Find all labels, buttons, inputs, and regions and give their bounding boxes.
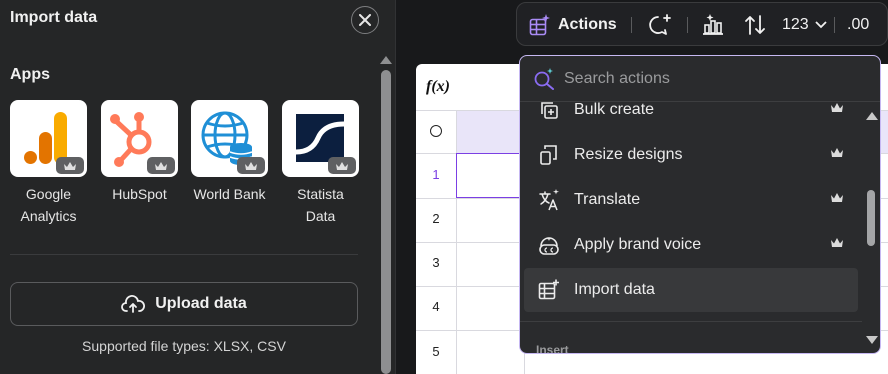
add-comment-icon: [649, 14, 671, 35]
menu-item-label: Apply brand voice: [574, 236, 702, 253]
actions-label: Actions: [558, 16, 617, 33]
menu-item-apply-brand-voice[interactable]: Apply brand voice: [524, 223, 858, 267]
scroll-down-arrow-icon[interactable]: [866, 336, 878, 344]
row-number[interactable]: 1: [416, 167, 456, 182]
menu-item-label: Translate: [574, 191, 641, 208]
cloud-upload-icon: [121, 295, 146, 313]
statista-tile[interactable]: [282, 100, 359, 177]
active-cell[interactable]: [456, 153, 524, 198]
chart-button[interactable]: [701, 3, 725, 47]
insert-chart-icon: [703, 14, 723, 35]
supported-file-types: Supported file types: XLSX, CSV: [82, 338, 286, 354]
panel-title: Import data: [10, 9, 98, 26]
actions-button[interactable]: Actions: [529, 3, 617, 47]
crown-icon: [336, 161, 348, 170]
premium-badge: [56, 157, 84, 174]
toolbar-separator: [687, 17, 688, 33]
number-format-label: 123: [782, 16, 809, 33]
crown-icon: [245, 161, 257, 170]
menu-item-label: Bulk create: [574, 101, 655, 118]
row-number[interactable]: 3: [416, 255, 456, 270]
crown-icon: [831, 103, 843, 112]
select-all-circle-icon[interactable]: [430, 125, 442, 137]
premium-badge: [147, 157, 175, 174]
row-number[interactable]: 2: [416, 211, 456, 226]
menu-item-label: Import data: [574, 281, 655, 298]
google-analytics-tile[interactable]: [10, 100, 87, 177]
sort-icon: [745, 15, 765, 35]
toolbar: Actions 123 .00: [516, 2, 888, 46]
decimal-label: .00: [847, 16, 870, 33]
sort-button[interactable]: [743, 3, 767, 47]
grid-line: [456, 110, 457, 374]
hubspot-tile[interactable]: [101, 100, 178, 177]
comment-button[interactable]: [647, 3, 673, 47]
menu-item-bulk-create[interactable]: Bulk create: [524, 88, 858, 132]
apps-heading: Apps: [10, 66, 50, 83]
actions-dropdown: Bulk create Resize designs Translate App…: [519, 55, 881, 354]
toolbar-separator: [631, 17, 632, 33]
app-label: HubSpot: [112, 186, 167, 202]
scroll-up-arrow-icon[interactable]: [866, 112, 878, 120]
world-bank-tile[interactable]: [191, 100, 268, 177]
crown-icon: [831, 148, 843, 157]
scrollbar-thumb[interactable]: [867, 190, 875, 246]
app-hubspot[interactable]: HubSpot: [101, 100, 178, 205]
dropdown-scrollbar[interactable]: [864, 104, 878, 350]
brand-voice-icon: [538, 234, 560, 256]
upload-data-button[interactable]: Upload data: [10, 282, 358, 326]
crown-icon: [155, 161, 167, 170]
scroll-up-arrow-icon[interactable]: [380, 56, 392, 64]
close-button[interactable]: [351, 6, 379, 34]
decimal-button[interactable]: .00: [847, 3, 869, 47]
menu-item-import-data[interactable]: Import data: [524, 268, 858, 312]
import-data-icon: [538, 279, 560, 301]
app-google-analytics[interactable]: Google Analytics: [10, 100, 87, 227]
menu-item-resize-designs[interactable]: Resize designs: [524, 133, 858, 177]
search-actions-input[interactable]: [564, 68, 844, 90]
chevron-down-icon: [815, 21, 827, 29]
app-label: Google Analytics: [20, 186, 77, 224]
app-label: World Bank: [193, 186, 266, 202]
panel-scrollbar[interactable]: [380, 52, 392, 374]
section-heading-insert: Insert: [536, 343, 569, 354]
premium-badge: [328, 157, 356, 174]
upload-data-label: Upload data: [155, 295, 247, 312]
toolbar-separator: [834, 17, 835, 33]
crown-icon: [831, 193, 843, 202]
menu-item-label: Resize designs: [574, 146, 683, 163]
crown-icon: [64, 161, 76, 170]
row-number[interactable]: 4: [416, 299, 456, 314]
menu-item-translate[interactable]: Translate: [524, 178, 858, 222]
app-world-bank[interactable]: World Bank: [191, 100, 268, 205]
search-sparkle-icon: [534, 68, 554, 90]
divider: [10, 254, 358, 255]
app-statista[interactable]: Statista Data: [282, 100, 359, 227]
crown-icon: [831, 238, 843, 247]
translate-icon: [538, 189, 560, 211]
formula-label: f(x): [426, 78, 450, 95]
import-data-panel: Import data Apps Google Analytics HubSpo…: [0, 0, 396, 374]
row-number[interactable]: 5: [416, 344, 456, 359]
bulk-create-icon: [538, 99, 560, 121]
section-divider: [520, 321, 862, 322]
resize-icon: [538, 144, 560, 166]
number-format-dropdown[interactable]: 123: [782, 3, 827, 47]
sparkle-table-icon: [529, 14, 550, 36]
close-icon: [359, 14, 371, 26]
app-label: Statista Data: [297, 186, 344, 224]
premium-badge: [237, 157, 265, 174]
scrollbar-thumb[interactable]: [381, 70, 391, 374]
